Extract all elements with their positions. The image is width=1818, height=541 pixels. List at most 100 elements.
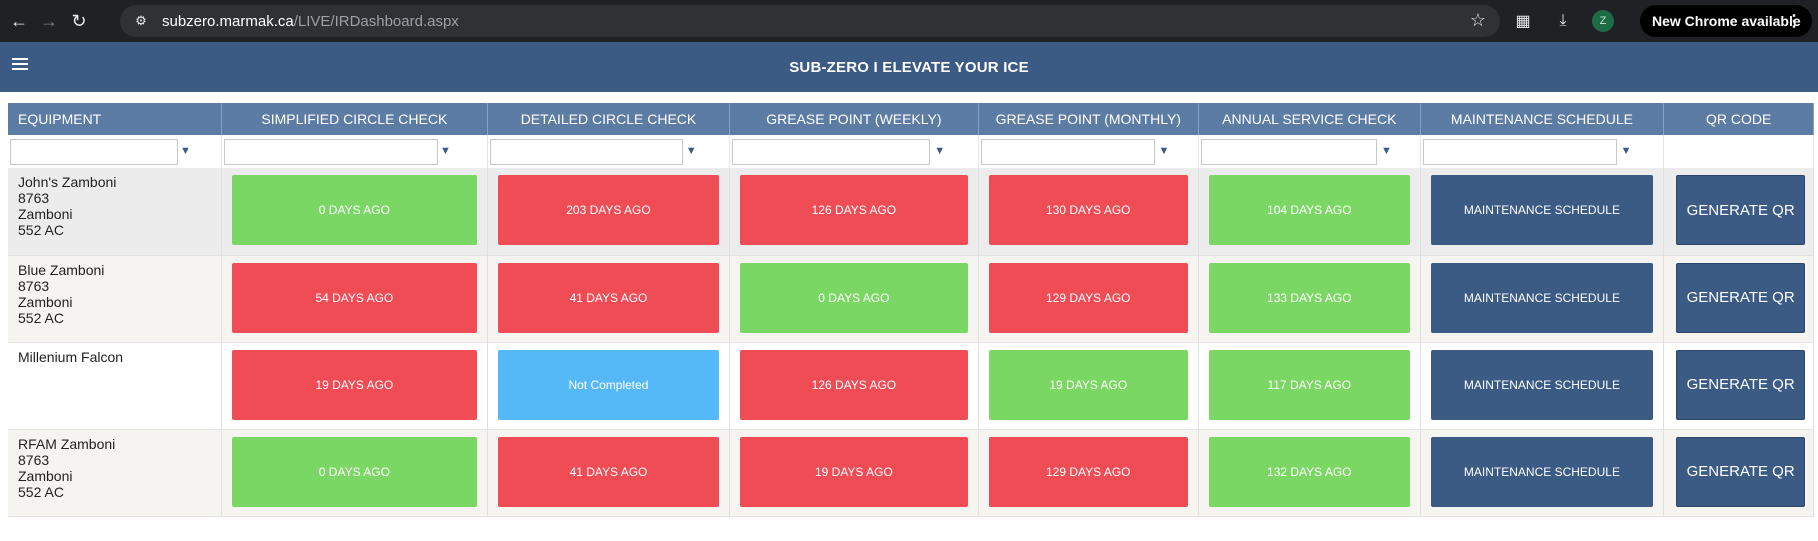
col-header-simplified-circle-check[interactable]: SIMPLIFIED CIRCLE CHECK (221, 103, 488, 135)
col-header-equipment[interactable]: EQUIPMENT (8, 103, 222, 135)
col-header-detailed-circle-check[interactable]: DETAILED CIRCLE CHECK (487, 103, 731, 135)
col-header-grease-weekly[interactable]: GREASE POINT (WEEKLY) (729, 103, 979, 135)
status-badge[interactable]: 104 DAYS AGO (1208, 175, 1410, 245)
filter-input-simplified[interactable] (224, 139, 438, 165)
equipment-line: 8763 (18, 190, 50, 206)
filter-empty-cell (1663, 135, 1814, 168)
grease-weekly-cell: 126 DAYS AGO (729, 342, 979, 430)
filter-funnel-icon[interactable]: ▼ (1621, 145, 1632, 157)
col-header-annual-service[interactable]: ANNUAL SERVICE CHECK (1198, 103, 1421, 135)
browser-actions: ▦ ⤓ Z (1512, 8, 1614, 34)
app-title: SUB-ZERO I ELEVATE YOUR ICE (789, 58, 1029, 76)
status-badge[interactable]: 126 DAYS AGO (740, 175, 968, 245)
url-path: /LIVE/IRDashboard.aspx (293, 12, 459, 30)
star-icon[interactable]: ☆ (1470, 10, 1486, 31)
filter-input-grease-monthly[interactable] (980, 139, 1155, 165)
filter-input-maintenance[interactable] (1422, 139, 1617, 165)
equipment-line: 552 AC (18, 222, 64, 238)
dashboard-table-container: EQUIPMENT SIMPLIFIED CIRCLE CHECK DETAIL… (8, 103, 1814, 517)
table-row: John's Zamboni 8763 Zamboni 552 AC 0 DAYS AG… (8, 168, 1814, 256)
reload-icon[interactable]: ↻ (66, 8, 92, 34)
simplified-circle-check-cell: 0 DAYS AGO (221, 168, 488, 256)
filter-funnel-icon[interactable]: ▼ (440, 145, 451, 157)
equipment-cell: Millenium Falcon (8, 342, 222, 430)
col-header-maintenance-schedule[interactable]: MAINTENANCE SCHEDULE (1420, 103, 1665, 135)
annual-service-check-cell: 133 DAYS AGO (1198, 255, 1421, 343)
grease-monthly-cell: 19 DAYS AGO (978, 342, 1199, 430)
status-badge[interactable]: 0 DAYS AGO (232, 175, 477, 245)
hamburger-menu-icon[interactable] (12, 56, 28, 72)
status-badge[interactable]: Not Completed (497, 349, 720, 420)
generate-qr-button[interactable]: GENERATE QR (1676, 436, 1805, 507)
status-badge[interactable]: 130 DAYS AGO (988, 175, 1188, 245)
col-header-grease-monthly[interactable]: GREASE POINT (MONTHLY) (978, 103, 1199, 135)
equipment-line: Zamboni (18, 467, 73, 484)
status-badge[interactable]: 41 DAYS AGO (497, 262, 720, 333)
url-text[interactable]: subzero.marmak.ca/LIVE/IRDashboard.aspx (162, 13, 459, 30)
equipment-line: Zamboni (18, 293, 73, 310)
profile-avatar[interactable]: Z (1592, 10, 1614, 32)
filter-input-annual[interactable] (1200, 139, 1377, 165)
qr-code-cell: GENERATE QR (1663, 168, 1814, 256)
status-badge[interactable]: 132 DAYS AGO (1208, 436, 1410, 507)
maintenance-schedule-button[interactable]: MAINTENANCE SCHEDULE (1430, 436, 1654, 507)
status-badge[interactable]: 129 DAYS AGO (988, 262, 1188, 333)
filter-funnel-icon[interactable]: ▼ (1381, 145, 1392, 157)
generate-qr-button[interactable]: GENERATE QR (1676, 349, 1805, 420)
filter-funnel-icon[interactable]: ▼ (934, 145, 945, 157)
table-row: Blue Zamboni 8763 Zamboni 552 AC 54 DAYS AGO… (8, 255, 1814, 343)
status-badge[interactable]: 117 DAYS AGO (1208, 349, 1410, 420)
grease-monthly-cell: 130 DAYS AGO (978, 168, 1199, 256)
status-badge[interactable]: 41 DAYS AGO (497, 436, 720, 507)
more-options-icon[interactable]: ⋮ (1786, 11, 1802, 31)
status-badge[interactable]: 19 DAYS AGO (232, 349, 477, 420)
status-badge[interactable]: 126 DAYS AGO (740, 349, 968, 420)
filter-funnel-icon[interactable]: ▼ (180, 145, 191, 157)
filter-input-detailed[interactable] (489, 139, 683, 165)
equipment-line: RFAM Zamboni (18, 435, 116, 452)
col-header-qr-code[interactable]: QR CODE (1663, 103, 1814, 135)
grease-weekly-cell: 0 DAYS AGO (729, 255, 979, 343)
status-badge[interactable]: 19 DAYS AGO (988, 349, 1188, 420)
site-info-icon[interactable]: ⚙ (128, 8, 154, 34)
filter-input-grease-weekly[interactable] (732, 139, 931, 165)
equipment-line: 552 AC (18, 483, 64, 500)
status-badge[interactable]: 133 DAYS AGO (1208, 262, 1410, 333)
maintenance-schedule-cell: MAINTENANCE SCHEDULE (1420, 429, 1665, 517)
puzzle-icon[interactable]: ▦ (1512, 11, 1534, 31)
equipment-cell: Blue Zamboni 8763 Zamboni 552 AC (8, 255, 222, 343)
dashboard-table: EQUIPMENT SIMPLIFIED CIRCLE CHECK DETAIL… (8, 103, 1814, 517)
back-arrow-icon[interactable]: ← (6, 8, 32, 34)
status-badge[interactable]: 203 DAYS AGO (497, 175, 720, 245)
equipment-line: 552 AC (18, 309, 64, 326)
update-label: New Chrome available (1652, 13, 1801, 29)
maintenance-schedule-button[interactable]: MAINTENANCE SCHEDULE (1430, 262, 1654, 333)
generate-qr-button[interactable]: GENERATE QR (1676, 175, 1805, 245)
simplified-circle-check-cell: 54 DAYS AGO (221, 255, 488, 343)
address-bar[interactable]: ⚙ subzero.marmak.ca/LIVE/IRDashboard.asp… (120, 5, 1500, 37)
maintenance-schedule-button[interactable]: MAINTENANCE SCHEDULE (1430, 175, 1654, 245)
column-header-row: EQUIPMENT SIMPLIFIED CIRCLE CHECK DETAIL… (8, 103, 1814, 135)
status-badge[interactable]: 54 DAYS AGO (232, 262, 477, 333)
status-badge[interactable]: 0 DAYS AGO (740, 262, 968, 333)
filter-funnel-icon[interactable]: ▼ (1159, 145, 1170, 157)
grease-monthly-cell: 129 DAYS AGO (978, 255, 1199, 343)
simplified-circle-check-cell: 19 DAYS AGO (221, 342, 488, 430)
filter-funnel-icon[interactable]: ▼ (686, 145, 697, 157)
chrome-update-button[interactable]: New Chrome available ⋮ (1640, 5, 1812, 37)
status-badge[interactable]: 129 DAYS AGO (988, 436, 1188, 507)
filter-input-equipment[interactable] (10, 139, 178, 165)
forward-arrow-icon[interactable]: → (36, 8, 62, 34)
simplified-circle-check-cell: 0 DAYS AGO (221, 429, 488, 517)
status-badge[interactable]: 19 DAYS AGO (740, 436, 968, 507)
generate-qr-button[interactable]: GENERATE QR (1676, 262, 1805, 333)
maintenance-schedule-button[interactable]: MAINTENANCE SCHEDULE (1430, 349, 1654, 420)
grease-weekly-cell: 19 DAYS AGO (729, 429, 979, 517)
status-badge[interactable]: 0 DAYS AGO (232, 436, 477, 507)
download-icon[interactable]: ⤓ (1552, 12, 1574, 30)
app-header: SUB-ZERO I ELEVATE YOUR ICE (0, 42, 1818, 92)
grease-monthly-cell: 129 DAYS AGO (978, 429, 1199, 517)
qr-code-cell: GENERATE QR (1663, 429, 1814, 517)
browser-toolbar: ← → ↻ ⚙ subzero.marmak.ca/LIVE/IRDashboa… (0, 0, 1818, 42)
maintenance-schedule-cell: MAINTENANCE SCHEDULE (1420, 342, 1665, 430)
